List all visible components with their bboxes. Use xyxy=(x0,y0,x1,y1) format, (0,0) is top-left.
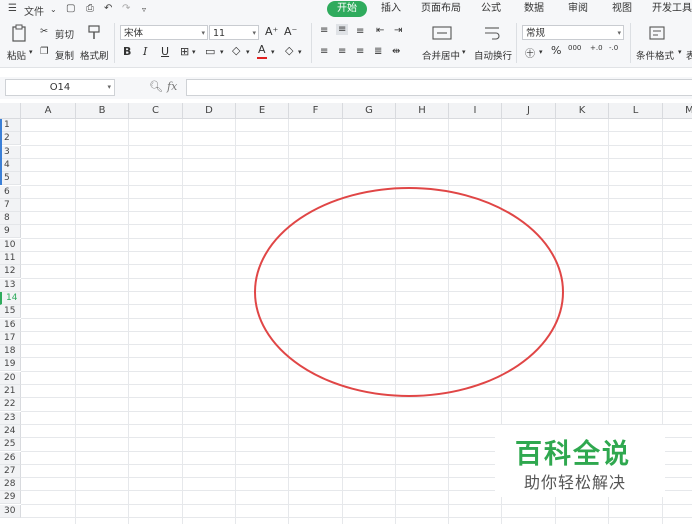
watermark-title: 百科全说 xyxy=(515,439,631,470)
watermark: 百科全说 助你轻松解决 xyxy=(495,425,665,497)
ellipse-shape[interactable] xyxy=(254,187,564,397)
watermark-subtitle: 助你轻松解决 xyxy=(524,473,627,492)
